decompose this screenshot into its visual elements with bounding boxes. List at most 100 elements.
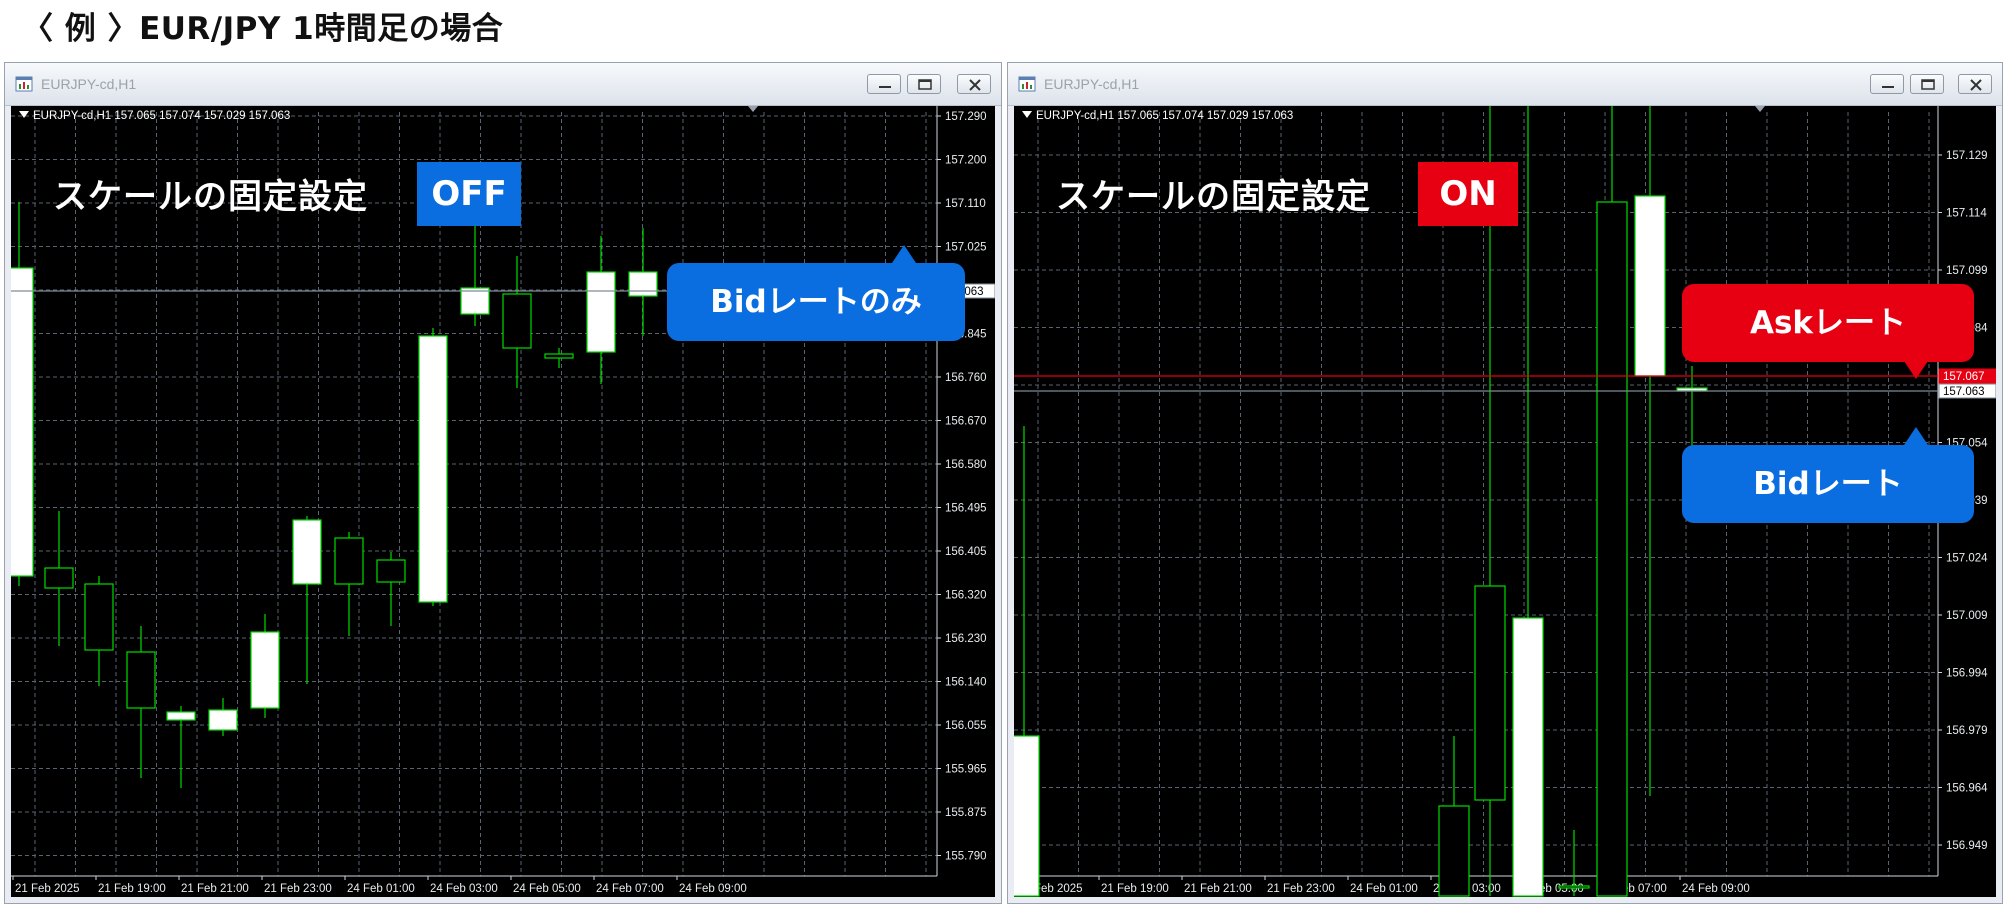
candle-body bbox=[208, 709, 238, 731]
candle-body bbox=[166, 711, 196, 721]
price-axis-label: 155.790 bbox=[945, 851, 987, 863]
price-axis-label: 156.670 bbox=[945, 416, 987, 428]
price-axis-label: 157.290 bbox=[945, 111, 987, 123]
minimize-button[interactable] bbox=[1870, 74, 1904, 94]
time-axis-label: 21 Feb 21:00 bbox=[181, 883, 249, 895]
maximize-button[interactable] bbox=[907, 74, 941, 94]
bid-rate-callout: Bidレート bbox=[1682, 427, 1974, 523]
close-button[interactable] bbox=[957, 74, 991, 94]
price-axis-label: 156.140 bbox=[945, 677, 987, 689]
time-axis-label: 21 Feb 19:00 bbox=[1101, 883, 1169, 895]
candle-body bbox=[628, 271, 658, 297]
time-axis-label: 24 Feb 09:00 bbox=[1682, 883, 1750, 895]
chart-window-left[interactable]: EURJPY-cd,H1 157.290 157.200 157.110 157.02… bbox=[4, 62, 1002, 904]
callout-pointer-icon bbox=[892, 245, 916, 263]
time-axis-label: 24 Feb 07:00 bbox=[596, 883, 664, 895]
ask-rate-callout-text: Askレート bbox=[1749, 305, 1907, 341]
scale-fix-state-badge: OFF bbox=[417, 162, 521, 226]
candle-body bbox=[250, 631, 280, 709]
price-axis-label: 156.580 bbox=[945, 459, 987, 471]
bid-rate-callout: Bidレートのみ bbox=[667, 245, 965, 341]
shift-marker-icon bbox=[748, 106, 758, 112]
candle-body bbox=[376, 559, 406, 583]
price-axis-label: 155.875 bbox=[945, 807, 987, 819]
scale-fix-state-badge: ON bbox=[1418, 162, 1518, 226]
chart-area-right[interactable]: 157.129157.114157.099157.084157.069157.0… bbox=[1014, 106, 1996, 897]
maximize-icon bbox=[1921, 79, 1935, 90]
minimize-icon bbox=[1882, 86, 1894, 88]
candle-body bbox=[1558, 885, 1590, 889]
window-title: EURJPY-cd,H1 bbox=[1044, 76, 1140, 92]
title-bar-left[interactable]: EURJPY-cd,H1 bbox=[5, 63, 1001, 106]
minimize-button[interactable] bbox=[867, 74, 901, 94]
price-axis-label: 156.979 bbox=[1946, 725, 1988, 737]
ask-rate-callout: Askレート bbox=[1682, 284, 1974, 379]
candle-body bbox=[1634, 195, 1666, 377]
price-axis-label: 156.994 bbox=[1946, 668, 1988, 680]
bid-rate-price-label: 157.063 bbox=[1943, 386, 1985, 398]
dropdown-triangle-icon bbox=[19, 111, 29, 118]
scale-fix-label: スケールの固定設定 bbox=[1056, 177, 1371, 217]
candle-body bbox=[334, 537, 364, 585]
candle-body bbox=[544, 353, 574, 359]
scale-fix-label: スケールの固定設定 bbox=[53, 177, 368, 217]
candle-body bbox=[11, 267, 34, 577]
time-axis-label: 24 Feb 05:00 bbox=[513, 883, 581, 895]
price-axis-label: 157.200 bbox=[945, 155, 987, 167]
price-axis-label: 157.024 bbox=[1946, 553, 1988, 565]
candle-body bbox=[84, 583, 114, 651]
page-heading: 〈 例 〉EUR/JPY 1時間足の場合 bbox=[22, 11, 504, 47]
close-button[interactable] bbox=[1958, 74, 1992, 94]
candle-body bbox=[1596, 201, 1628, 897]
callout-pointer-icon bbox=[1904, 361, 1928, 379]
shift-marker-icon bbox=[1755, 106, 1765, 112]
callout-pointer-icon bbox=[1904, 427, 1928, 445]
candle-body bbox=[126, 651, 156, 709]
chart-area-left[interactable]: 157.290157.200157.110157.025156.935156.8… bbox=[11, 106, 995, 897]
time-axis-label: 24 Feb 03:00 bbox=[430, 883, 498, 895]
ohlc-text: EURJPY-cd,H1 157.065 157.074 157.029 157… bbox=[1036, 110, 1294, 122]
price-axis-label: 155.965 bbox=[945, 764, 987, 776]
price-axis-label: 157.129 bbox=[1946, 150, 1988, 162]
ask-rate-price-label: 157.067 bbox=[1943, 371, 1985, 383]
price-axis-label: 156.230 bbox=[945, 633, 987, 645]
candle-body bbox=[292, 519, 322, 585]
price-axis-label: 157.110 bbox=[945, 198, 986, 210]
bid-rate-callout-text: Bidレートのみ bbox=[710, 284, 922, 320]
title-bar-right[interactable]: EURJPY-cd,H1 bbox=[1008, 63, 2002, 106]
time-axis-label: 21 Feb 19:00 bbox=[98, 883, 166, 895]
time-axis-label: 21 Feb 23:00 bbox=[264, 883, 332, 895]
candle-body bbox=[1474, 585, 1506, 801]
price-axis-label: 157.114 bbox=[1946, 208, 1987, 220]
time-axis-label: 21 Feb 23:00 bbox=[1267, 883, 1335, 895]
ohlc-readout: EURJPY-cd,H1 157.065 157.074 157.029 157… bbox=[1022, 110, 1293, 122]
chart-app-icon bbox=[1018, 76, 1036, 92]
candle-body bbox=[586, 271, 616, 353]
candle-body bbox=[460, 287, 490, 315]
time-axis-label: 24 Feb 01:00 bbox=[347, 883, 415, 895]
candle-body bbox=[1014, 735, 1040, 897]
maximize-icon bbox=[918, 79, 932, 90]
maximize-button[interactable] bbox=[1910, 74, 1944, 94]
price-axis-label: 156.949 bbox=[1946, 840, 1988, 852]
price-axis-label: 156.055 bbox=[945, 720, 987, 732]
price-axis-label: 156.964 bbox=[1946, 783, 1988, 795]
close-icon bbox=[969, 79, 981, 91]
window-title: EURJPY-cd,H1 bbox=[41, 76, 137, 92]
minimize-icon bbox=[879, 86, 891, 88]
ohlc-readout: EURJPY-cd,H1 157.065 157.074 157.029 157… bbox=[19, 110, 290, 122]
chart-window-right[interactable]: EURJPY-cd,H1 157.129157.114157.099157.08… bbox=[1007, 62, 2003, 904]
chart-app-icon bbox=[15, 76, 33, 92]
time-axis-label: 21 Feb 21:00 bbox=[1184, 883, 1252, 895]
ohlc-text: EURJPY-cd,H1 157.065 157.074 157.029 157… bbox=[33, 110, 291, 122]
candle-body bbox=[502, 293, 532, 349]
time-axis-label: 24 Feb 01:00 bbox=[1350, 883, 1418, 895]
candle-body bbox=[44, 567, 74, 589]
price-axis-label: 156.760 bbox=[945, 372, 987, 384]
dropdown-triangle-icon bbox=[1022, 111, 1032, 118]
time-axis-label: 21 Feb 2025 bbox=[15, 883, 80, 895]
price-axis-label: 157.025 bbox=[945, 242, 987, 254]
time-axis-label: 24 Feb 09:00 bbox=[679, 883, 747, 895]
price-axis-label: 156.405 bbox=[945, 546, 987, 558]
candle-body bbox=[1438, 805, 1470, 897]
